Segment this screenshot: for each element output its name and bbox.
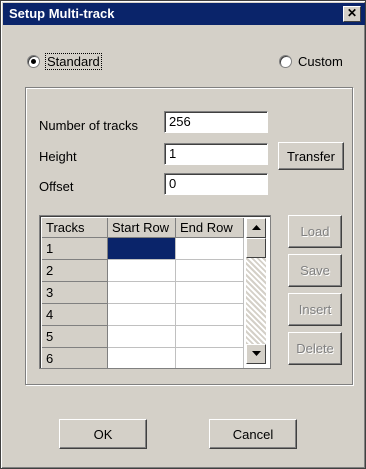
- delete-button[interactable]: Delete: [288, 332, 342, 365]
- title-bar: Setup Multi-track ✕: [3, 3, 365, 25]
- row-header: 5: [42, 326, 108, 348]
- number-of-tracks-label: Number of tracks: [39, 118, 138, 133]
- start-row-cell[interactable]: [108, 260, 176, 282]
- scroll-thumb[interactable]: [246, 238, 266, 258]
- load-button[interactable]: Load: [288, 215, 342, 248]
- end-row-cell[interactable]: [176, 238, 244, 260]
- load-button-label: Load: [300, 224, 330, 239]
- standard-radio-label: Standard: [45, 53, 102, 70]
- save-button-label: Save: [300, 263, 330, 278]
- row-header: 4: [42, 304, 108, 326]
- end-row-cell[interactable]: [176, 282, 244, 304]
- custom-radio[interactable]: Custom: [279, 54, 343, 69]
- arrow-down-icon: [251, 351, 261, 356]
- save-button[interactable]: Save: [288, 254, 342, 287]
- standard-radio[interactable]: Standard: [27, 53, 102, 70]
- arrow-up-icon: [251, 225, 261, 230]
- insert-button[interactable]: Insert: [288, 293, 342, 326]
- start-row-cell[interactable]: [108, 348, 176, 368]
- radio-selected-indicator: [27, 55, 40, 68]
- start-row-cell[interactable]: [108, 326, 176, 348]
- cancel-button[interactable]: Cancel: [209, 419, 297, 449]
- end-row-cell[interactable]: [176, 348, 244, 368]
- setup-multitrack-dialog: Setup Multi-track ✕ Standard Custom Numb…: [0, 0, 366, 469]
- column-header-start-row: Start Row: [108, 218, 176, 238]
- vertical-scrollbar[interactable]: [246, 218, 266, 364]
- close-icon: ✕: [346, 6, 358, 20]
- start-row-cell[interactable]: [108, 282, 176, 304]
- row-header: 1: [42, 238, 108, 260]
- ok-button-label: OK: [93, 427, 113, 442]
- tracks-grid[interactable]: Tracks Start Row End Row 1 2 3 4 5 6: [39, 215, 271, 369]
- close-button[interactable]: ✕: [343, 6, 361, 22]
- window-title: Setup Multi-track: [9, 6, 115, 21]
- radio-unselected-indicator: [279, 55, 292, 68]
- delete-button-label: Delete: [296, 341, 334, 356]
- row-header: 2: [42, 260, 108, 282]
- end-row-cell[interactable]: [176, 326, 244, 348]
- height-label: Height: [39, 149, 77, 164]
- scroll-down-button[interactable]: [246, 344, 266, 364]
- end-row-cell[interactable]: [176, 304, 244, 326]
- transfer-button-label: Transfer: [287, 149, 335, 164]
- scroll-up-button[interactable]: [246, 218, 266, 238]
- ok-button[interactable]: OK: [59, 419, 147, 449]
- row-header: 6: [42, 348, 108, 368]
- height-field[interactable]: 1: [164, 143, 268, 165]
- insert-button-label: Insert: [298, 302, 332, 317]
- offset-label: Offset: [39, 179, 74, 194]
- transfer-button[interactable]: Transfer: [278, 142, 344, 170]
- number-of-tracks-field[interactable]: 256: [164, 111, 268, 133]
- scroll-track[interactable]: [246, 258, 266, 344]
- start-row-cell[interactable]: [108, 238, 176, 260]
- custom-radio-label: Custom: [298, 54, 343, 69]
- cancel-button-label: Cancel: [232, 427, 274, 442]
- row-header: 3: [42, 282, 108, 304]
- column-header-tracks: Tracks: [42, 218, 108, 238]
- end-row-cell[interactable]: [176, 260, 244, 282]
- column-header-end-row: End Row: [176, 218, 244, 238]
- start-row-cell[interactable]: [108, 304, 176, 326]
- offset-field[interactable]: 0: [164, 173, 268, 195]
